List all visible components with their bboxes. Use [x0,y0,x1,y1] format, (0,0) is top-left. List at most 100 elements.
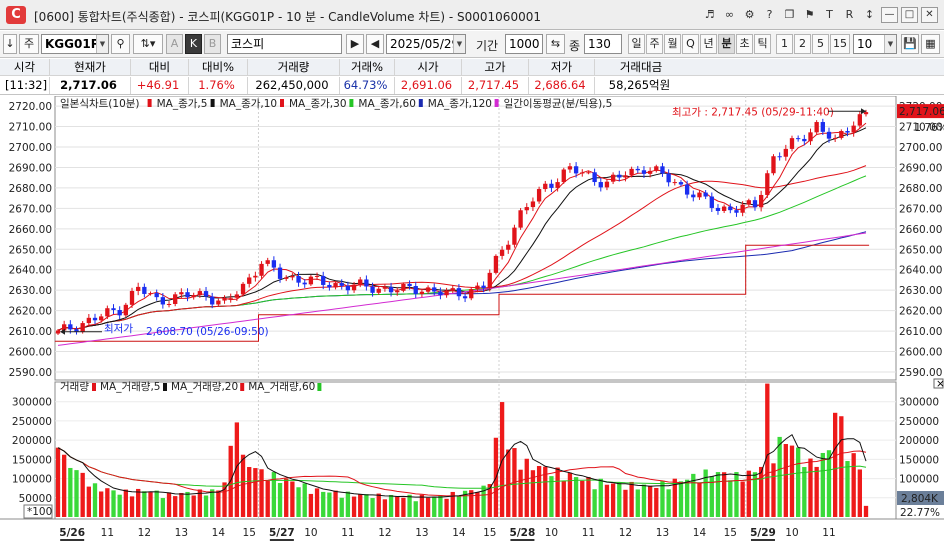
volume-tick-right: 250000 [899,416,939,428]
symbol-code-input[interactable]: KGG01P ▼ [41,34,109,54]
volume-bar [277,482,283,517]
price-tick-left: 2670.00 [9,203,52,215]
quote-change-pct: 1.76% [189,77,248,94]
period-quarter-button[interactable]: Q [682,34,699,54]
volume-bar [518,469,523,517]
type-b-button[interactable]: B [204,34,221,54]
candle-body [364,279,369,287]
volume-bar [586,476,591,517]
candle-body [549,183,554,188]
candle-body [580,172,585,174]
period-year-button[interactable]: 년 [700,34,717,54]
candle-body [536,189,542,202]
reset-icon[interactable]: R [841,6,858,23]
candle-body [210,296,215,305]
type-a-button[interactable]: A [166,34,183,54]
volume-bar [598,478,603,517]
sort-dropdown[interactable]: ⇅▾ [133,34,163,54]
volume-bar [388,494,394,517]
candle-body [728,206,733,211]
link-icon[interactable]: ∞ [721,6,738,23]
period-input[interactable]: 1000 [505,34,543,54]
headset-icon[interactable]: ♬ [701,6,718,23]
volume-bar [136,488,141,517]
type-k-button[interactable]: K [185,34,202,54]
volume-bar [395,496,400,517]
period-day-button[interactable]: 일 [628,34,645,54]
play-forward-button[interactable]: ▶ [346,34,364,54]
period-second-button[interactable]: 초 [736,34,753,54]
app-logo: C [6,6,26,24]
volume-bar [758,466,764,517]
candle-body [376,288,381,293]
volume-tick-left: 300000 [12,397,52,409]
price-tick-left: 2680.00 [9,183,52,195]
price-legend-item: MA_종가,5 [157,98,208,110]
candle-body [339,283,344,286]
volume-bar [210,489,215,517]
price-tick-right: 2680.00 [899,183,942,195]
font-size-icon[interactable]: T [821,6,838,23]
interval-input[interactable]: 10 ▼ [853,34,897,54]
copy-icon[interactable]: ❐ [781,6,798,23]
interval-2-button[interactable]: 2 [794,34,811,54]
period-month-button[interactable]: 월 [664,34,681,54]
candle-body [185,292,190,298]
panel-settings-icon[interactable]: ▦ [921,34,940,54]
candle-body [610,174,616,182]
price-tick-left: 2690.00 [9,162,52,174]
volume-legend-item: 거래량 [60,381,89,393]
period-tick-button[interactable]: 틱 [754,34,771,54]
interval-dropdown-icon[interactable]: ▼ [884,35,896,53]
volume-bar [314,488,320,517]
volume-bar [524,458,529,517]
close-button[interactable]: ✕ [921,6,938,23]
range-picker-icon[interactable]: ⇆ [546,34,565,54]
candle-body [617,174,622,178]
volume-bar [339,497,344,517]
candle-body [555,182,560,188]
interval-5-button[interactable]: 5 [812,34,829,54]
candle-body [203,291,209,297]
search-icon[interactable]: ⚲ [111,34,130,54]
date-input[interactable]: 2025/05/29 ▼ [386,34,466,54]
quote-high: 2,717.45 [462,77,529,94]
candle-body [136,286,141,291]
maximize-button[interactable]: □ [901,6,918,23]
candle-body [117,310,122,316]
candle-body [302,282,307,285]
price-legend-item: MA_종가,120 [428,98,492,110]
symbol-name-field[interactable]: 코스피 [227,34,342,54]
volume-bar [654,487,659,517]
candle-body [345,285,351,291]
x-axis-label: 11 [101,527,114,539]
minimize-button[interactable]: — [881,6,898,23]
candle-body [820,122,825,132]
candle-body [284,277,289,279]
interval-15-button[interactable]: 15 [830,34,850,54]
settings-icon[interactable]: ⚙ [741,6,758,23]
chevron-down-icon[interactable]: ▼ [96,35,108,53]
volume-bar [370,498,375,517]
price-tick-left: 2630.00 [9,285,52,297]
period-minute-button[interactable]: 분 [718,34,735,54]
quote-header-volume-pct: 거래% [340,59,395,76]
stock-type-toggle[interactable]: 주 [19,34,39,54]
count-input[interactable]: 130 [584,34,622,54]
candle-body [826,131,832,139]
save-icon[interactable]: 💾 [901,34,919,54]
period-week-button[interactable]: 주 [646,34,663,54]
arrow-down-icon[interactable]: ↓ [3,34,17,54]
x-axis-label: 5/29 [750,527,776,539]
candle-volume-chart[interactable]: 2590.00 2590.002600.00 2600.002610.00 2610.… [0,96,944,541]
interval-1-button[interactable]: 1 [776,34,793,54]
pin-icon[interactable]: ↕ [861,6,878,23]
x-axis-label: 15 [724,527,737,539]
calendar-dropdown-icon[interactable]: ▼ [453,35,465,53]
quote-amount: 58,265억원 [608,78,671,92]
play-back-button[interactable]: ◀ [366,34,384,54]
candle-body [111,308,116,311]
bookmark-icon[interactable]: ⚑ [801,6,818,23]
help-icon[interactable]: ? [761,6,778,23]
x-axis-label: 10 [785,527,798,539]
